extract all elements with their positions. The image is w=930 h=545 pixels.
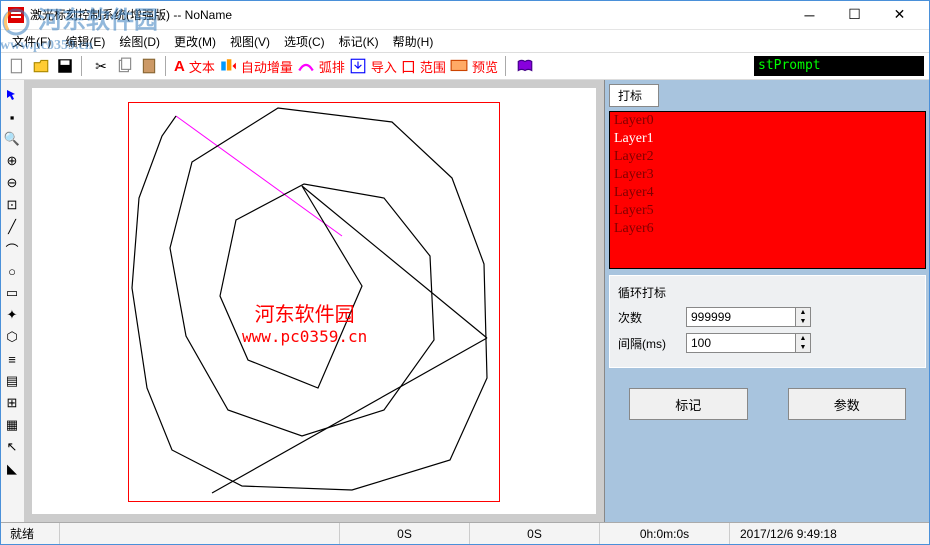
minimize-button[interactable]: ─ bbox=[787, 1, 832, 29]
line-tool[interactable]: ╱ bbox=[3, 218, 21, 236]
autoinc-button[interactable]: 自动增量 bbox=[239, 57, 295, 76]
hatch-tool[interactable]: ▤ bbox=[3, 372, 21, 390]
array-tool[interactable]: ⊞ bbox=[3, 394, 21, 412]
polygon-tool[interactable]: ⬡ bbox=[3, 328, 21, 346]
star-tool[interactable]: ✦ bbox=[3, 306, 21, 324]
right-panel: 打标 Layer0 Layer1 Layer2 Layer3 Layer4 La… bbox=[604, 80, 930, 522]
param-button[interactable]: 参数 bbox=[788, 388, 907, 420]
loop-group: 循环打标 次数 ▲▼ 间隔(ms) ▲▼ bbox=[609, 275, 926, 368]
interval-label: 间隔(ms) bbox=[618, 335, 678, 352]
drawing-canvas[interactable]: 河东软件园 www.pc0359.cn bbox=[32, 88, 596, 514]
zoom-in-tool[interactable]: ⊕ bbox=[3, 152, 21, 170]
canvas-area: 河东软件园 www.pc0359.cn bbox=[24, 80, 604, 522]
canvas-drawing bbox=[32, 88, 596, 514]
count-label: 次数 bbox=[618, 309, 678, 326]
zoom-tool[interactable]: 🔍 bbox=[3, 130, 21, 148]
maximize-button[interactable]: ☐ bbox=[832, 1, 877, 29]
menu-help[interactable]: 帮助(H) bbox=[387, 31, 440, 52]
main-toolbar: ✂ A 文本 自动增量 弧排 导入 口 范围 预览 stPrompt bbox=[0, 52, 930, 80]
open-button[interactable] bbox=[30, 55, 52, 77]
menu-file[interactable]: 文件(F) bbox=[6, 31, 57, 52]
range-button[interactable]: 范围 bbox=[418, 57, 448, 76]
preview-icon bbox=[450, 57, 468, 75]
status-ready: 就绪 bbox=[0, 523, 60, 544]
loop-title: 循环打标 bbox=[618, 284, 917, 301]
window-title: 激光标刻控制系统(增强版) -- NoName bbox=[30, 6, 787, 23]
tab-mark[interactable]: 打标 bbox=[609, 84, 659, 107]
layer-item[interactable]: Layer0 bbox=[610, 112, 925, 130]
curve-tool[interactable]: ⌒ bbox=[3, 240, 21, 258]
status-time1: 0S bbox=[340, 523, 470, 544]
rect-tool[interactable]: ▭ bbox=[3, 284, 21, 302]
save-button[interactable] bbox=[54, 55, 76, 77]
left-toolbar: ▪ 🔍 ⊕ ⊖ ⊡ ╱ ⌒ ○ ▭ ✦ ⬡ ≡ ▤ ⊞ ▦ ↖ ◣ bbox=[0, 80, 24, 522]
zoom-out-tool[interactable]: ⊖ bbox=[3, 174, 21, 192]
statusbar: 就绪 0S 0S 0h:0m:0s 2017/12/6 9:49:18 bbox=[0, 522, 930, 544]
status-time2: 0S bbox=[470, 523, 600, 544]
layer-list[interactable]: Layer0 Layer1 Layer2 Layer3 Layer4 Layer… bbox=[609, 111, 926, 269]
help-book-icon[interactable] bbox=[514, 55, 536, 77]
close-button[interactable]: ✕ bbox=[877, 1, 922, 29]
paste-button[interactable] bbox=[138, 55, 160, 77]
layer-item[interactable]: Layer1 bbox=[610, 130, 925, 148]
select-tool[interactable] bbox=[3, 86, 21, 104]
mark-button[interactable]: 标记 bbox=[629, 388, 748, 420]
menu-options[interactable]: 选项(C) bbox=[278, 31, 331, 52]
import-button[interactable]: 导入 bbox=[369, 57, 399, 76]
copy-button[interactable] bbox=[114, 55, 136, 77]
app-icon bbox=[8, 7, 24, 23]
menubar: 文件(F) 编辑(E) 绘图(D) 更改(M) 视图(V) 选项(C) 标记(K… bbox=[0, 30, 930, 52]
scan-tool[interactable]: ≡ bbox=[3, 350, 21, 368]
titlebar: 激光标刻控制系统(增强版) -- NoName ─ ☐ ✕ bbox=[0, 0, 930, 30]
status-elapsed: 0h:0m:0s bbox=[600, 523, 730, 544]
new-button[interactable] bbox=[6, 55, 28, 77]
status-datetime: 2017/12/6 9:49:18 bbox=[730, 523, 930, 544]
menu-edit[interactable]: 编辑(E) bbox=[59, 31, 111, 52]
preview-button[interactable]: 预览 bbox=[470, 57, 500, 76]
cut-button[interactable]: ✂ bbox=[90, 55, 112, 77]
layer-item[interactable]: Layer6 bbox=[610, 220, 925, 238]
range-icon: 口 bbox=[401, 56, 416, 77]
interval-input[interactable] bbox=[686, 333, 796, 353]
node-tool[interactable]: ▪ bbox=[3, 108, 21, 126]
zoom-fit-tool[interactable]: ⊡ bbox=[3, 196, 21, 214]
layer-item[interactable]: Layer5 bbox=[610, 202, 925, 220]
text-a-icon: A bbox=[174, 58, 185, 75]
grid-tool[interactable]: ▦ bbox=[3, 416, 21, 434]
text-tool-button[interactable]: 文本 bbox=[187, 57, 217, 76]
arc-icon bbox=[297, 57, 315, 75]
pointer-tool[interactable]: ↖ bbox=[3, 438, 21, 456]
autoinc-icon bbox=[219, 57, 237, 75]
arc-button[interactable]: 弧排 bbox=[317, 57, 347, 76]
import-icon bbox=[349, 57, 367, 75]
menu-mark[interactable]: 标记(K) bbox=[333, 31, 385, 52]
status-spacer bbox=[60, 523, 340, 544]
ellipse-tool[interactable]: ○ bbox=[3, 262, 21, 280]
menu-view[interactable]: 视图(V) bbox=[224, 31, 276, 52]
menu-modify[interactable]: 更改(M) bbox=[168, 31, 222, 52]
count-spinner[interactable]: ▲▼ bbox=[796, 307, 811, 327]
layer-item[interactable]: Layer3 bbox=[610, 166, 925, 184]
menu-draw[interactable]: 绘图(D) bbox=[113, 31, 166, 52]
count-input[interactable] bbox=[686, 307, 796, 327]
layer-item[interactable]: Layer4 bbox=[610, 184, 925, 202]
interval-spinner[interactable]: ▲▼ bbox=[796, 333, 811, 353]
prompt-display: stPrompt bbox=[754, 56, 924, 76]
angle-tool[interactable]: ◣ bbox=[3, 460, 21, 478]
layer-item[interactable]: Layer2 bbox=[610, 148, 925, 166]
